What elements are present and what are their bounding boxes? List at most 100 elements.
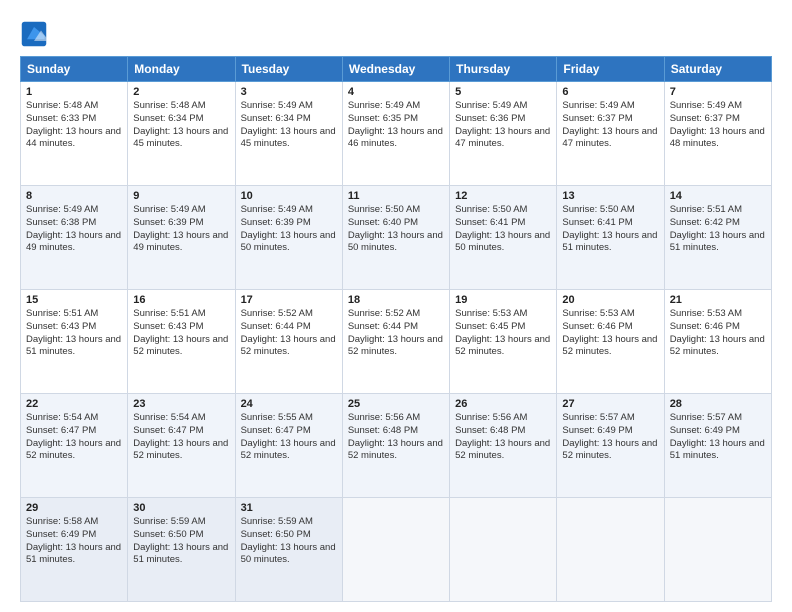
- day-number: 13: [562, 190, 658, 202]
- cell-content: Sunrise: 5:51 AMSunset: 6:43 PMDaylight:…: [26, 308, 122, 359]
- day-number: 7: [670, 86, 766, 98]
- day-number: 11: [348, 190, 444, 202]
- cell-content: Sunrise: 5:53 AMSunset: 6:45 PMDaylight:…: [455, 308, 551, 359]
- day-number: 29: [26, 502, 122, 514]
- day-number: 22: [26, 398, 122, 410]
- calendar-cell: 5 Sunrise: 5:49 AMSunset: 6:36 PMDaylight…: [450, 82, 557, 186]
- calendar-cell: 9 Sunrise: 5:49 AMSunset: 6:39 PMDaylight…: [128, 186, 235, 290]
- day-number: 23: [133, 398, 229, 410]
- calendar-cell: 14 Sunrise: 5:51 AMSunset: 6:42 PMDayligh…: [664, 186, 771, 290]
- cell-content: Sunrise: 5:51 AMSunset: 6:42 PMDaylight:…: [670, 204, 766, 255]
- calendar-week-row: 22 Sunrise: 5:54 AMSunset: 6:47 PMDayligh…: [21, 394, 772, 498]
- calendar-cell: 20 Sunrise: 5:53 AMSunset: 6:46 PMDayligh…: [557, 290, 664, 394]
- calendar-header-friday: Friday: [557, 57, 664, 82]
- cell-content: Sunrise: 5:56 AMSunset: 6:48 PMDaylight:…: [455, 412, 551, 463]
- cell-content: Sunrise: 5:52 AMSunset: 6:44 PMDaylight:…: [241, 308, 337, 359]
- cell-content: Sunrise: 5:49 AMSunset: 6:37 PMDaylight:…: [670, 100, 766, 151]
- cell-content: Sunrise: 5:54 AMSunset: 6:47 PMDaylight:…: [133, 412, 229, 463]
- cell-content: Sunrise: 5:58 AMSunset: 6:49 PMDaylight:…: [26, 516, 122, 567]
- day-number: 2: [133, 86, 229, 98]
- calendar-cell: 23 Sunrise: 5:54 AMSunset: 6:47 PMDayligh…: [128, 394, 235, 498]
- calendar-cell: 13Sunrise: 5:50 AMSunset: 6:41 PMDayligh…: [557, 186, 664, 290]
- calendar-cell: 10 Sunrise: 5:49 AMSunset: 6:39 PMDayligh…: [235, 186, 342, 290]
- calendar-cell: [450, 498, 557, 602]
- calendar-header-tuesday: Tuesday: [235, 57, 342, 82]
- day-number: 17: [241, 294, 337, 306]
- calendar-cell: 15 Sunrise: 5:51 AMSunset: 6:43 PMDayligh…: [21, 290, 128, 394]
- calendar-header-row: SundayMondayTuesdayWednesdayThursdayFrid…: [21, 57, 772, 82]
- cell-content: Sunrise: 5:48 AMSunset: 6:34 PMDaylight:…: [133, 100, 229, 151]
- day-number: 4: [348, 86, 444, 98]
- day-number: 15: [26, 294, 122, 306]
- day-number: 24: [241, 398, 337, 410]
- calendar-cell: 3 Sunrise: 5:49 AMSunset: 6:34 PMDaylight…: [235, 82, 342, 186]
- calendar-cell: 16Sunrise: 5:51 AMSunset: 6:43 PMDayligh…: [128, 290, 235, 394]
- header: [20, 16, 772, 48]
- cell-content: Sunrise: 5:53 AMSunset: 6:46 PMDaylight:…: [562, 308, 658, 359]
- calendar-cell: 21Sunrise: 5:53 AMSunset: 6:46 PMDayligh…: [664, 290, 771, 394]
- day-number: 20: [562, 294, 658, 306]
- calendar-cell: 6Sunrise: 5:49 AMSunset: 6:37 PMDaylight…: [557, 82, 664, 186]
- day-number: 9: [133, 190, 229, 202]
- day-number: 14: [670, 190, 766, 202]
- calendar-header-monday: Monday: [128, 57, 235, 82]
- calendar-cell: 7 Sunrise: 5:49 AMSunset: 6:37 PMDaylight…: [664, 82, 771, 186]
- cell-content: Sunrise: 5:49 AMSunset: 6:36 PMDaylight:…: [455, 100, 551, 151]
- calendar-cell: 2 Sunrise: 5:48 AMSunset: 6:34 PMDaylight…: [128, 82, 235, 186]
- calendar-header-sunday: Sunday: [21, 57, 128, 82]
- calendar-cell: 4 Sunrise: 5:49 AMSunset: 6:35 PMDaylight…: [342, 82, 449, 186]
- day-number: 27: [562, 398, 658, 410]
- day-number: 28: [670, 398, 766, 410]
- day-number: 8: [26, 190, 122, 202]
- cell-content: Sunrise: 5:49 AMSunset: 6:39 PMDaylight:…: [241, 204, 337, 255]
- calendar-header-saturday: Saturday: [664, 57, 771, 82]
- cell-content: Sunrise: 5:50 AMSunset: 6:40 PMDaylight:…: [348, 204, 444, 255]
- day-number: 30: [133, 502, 229, 514]
- cell-content: Sunrise: 5:50 AMSunset: 6:41 PMDaylight:…: [455, 204, 551, 255]
- day-number: 5: [455, 86, 551, 98]
- calendar-cell: 18Sunrise: 5:52 AMSunset: 6:44 PMDayligh…: [342, 290, 449, 394]
- day-number: 18: [348, 294, 444, 306]
- cell-content: Sunrise: 5:56 AMSunset: 6:48 PMDaylight:…: [348, 412, 444, 463]
- calendar-cell: 17 Sunrise: 5:52 AMSunset: 6:44 PMDayligh…: [235, 290, 342, 394]
- day-number: 1: [26, 86, 122, 98]
- cell-content: Sunrise: 5:59 AMSunset: 6:50 PMDaylight:…: [241, 516, 337, 567]
- calendar-cell: 31 Sunrise: 5:59 AMSunset: 6:50 PMDayligh…: [235, 498, 342, 602]
- calendar-cell: 22 Sunrise: 5:54 AMSunset: 6:47 PMDayligh…: [21, 394, 128, 498]
- day-number: 6: [562, 86, 658, 98]
- calendar-cell: [557, 498, 664, 602]
- cell-content: Sunrise: 5:57 AMSunset: 6:49 PMDaylight:…: [670, 412, 766, 463]
- calendar-cell: 29 Sunrise: 5:58 AMSunset: 6:49 PMDayligh…: [21, 498, 128, 602]
- calendar-cell: [664, 498, 771, 602]
- calendar-cell: 30Sunrise: 5:59 AMSunset: 6:50 PMDayligh…: [128, 498, 235, 602]
- calendar-header-wednesday: Wednesday: [342, 57, 449, 82]
- cell-content: Sunrise: 5:53 AMSunset: 6:46 PMDaylight:…: [670, 308, 766, 359]
- calendar-cell: 8 Sunrise: 5:49 AMSunset: 6:38 PMDaylight…: [21, 186, 128, 290]
- calendar-week-row: 15 Sunrise: 5:51 AMSunset: 6:43 PMDayligh…: [21, 290, 772, 394]
- cell-content: Sunrise: 5:49 AMSunset: 6:35 PMDaylight:…: [348, 100, 444, 151]
- calendar-cell: 1 Sunrise: 5:48 AMSunset: 6:33 PMDaylight…: [21, 82, 128, 186]
- calendar-cell: 27Sunrise: 5:57 AMSunset: 6:49 PMDayligh…: [557, 394, 664, 498]
- day-number: 19: [455, 294, 551, 306]
- calendar-week-row: 29 Sunrise: 5:58 AMSunset: 6:49 PMDayligh…: [21, 498, 772, 602]
- calendar-cell: 12Sunrise: 5:50 AMSunset: 6:41 PMDayligh…: [450, 186, 557, 290]
- day-number: 26: [455, 398, 551, 410]
- calendar-week-row: 8 Sunrise: 5:49 AMSunset: 6:38 PMDaylight…: [21, 186, 772, 290]
- cell-content: Sunrise: 5:49 AMSunset: 6:34 PMDaylight:…: [241, 100, 337, 151]
- calendar-cell: [342, 498, 449, 602]
- calendar-header-thursday: Thursday: [450, 57, 557, 82]
- cell-content: Sunrise: 5:49 AMSunset: 6:38 PMDaylight:…: [26, 204, 122, 255]
- day-number: 31: [241, 502, 337, 514]
- cell-content: Sunrise: 5:54 AMSunset: 6:47 PMDaylight:…: [26, 412, 122, 463]
- calendar-cell: 24 Sunrise: 5:55 AMSunset: 6:47 PMDayligh…: [235, 394, 342, 498]
- cell-content: Sunrise: 5:49 AMSunset: 6:39 PMDaylight:…: [133, 204, 229, 255]
- cell-content: Sunrise: 5:48 AMSunset: 6:33 PMDaylight:…: [26, 100, 122, 151]
- day-number: 16: [133, 294, 229, 306]
- cell-content: Sunrise: 5:55 AMSunset: 6:47 PMDaylight:…: [241, 412, 337, 463]
- logo-icon: [20, 20, 48, 48]
- calendar-cell: 28 Sunrise: 5:57 AMSunset: 6:49 PMDayligh…: [664, 394, 771, 498]
- calendar-cell: 26 Sunrise: 5:56 AMSunset: 6:48 PMDayligh…: [450, 394, 557, 498]
- day-number: 3: [241, 86, 337, 98]
- day-number: 10: [241, 190, 337, 202]
- page: SundayMondayTuesdayWednesdayThursdayFrid…: [0, 0, 792, 612]
